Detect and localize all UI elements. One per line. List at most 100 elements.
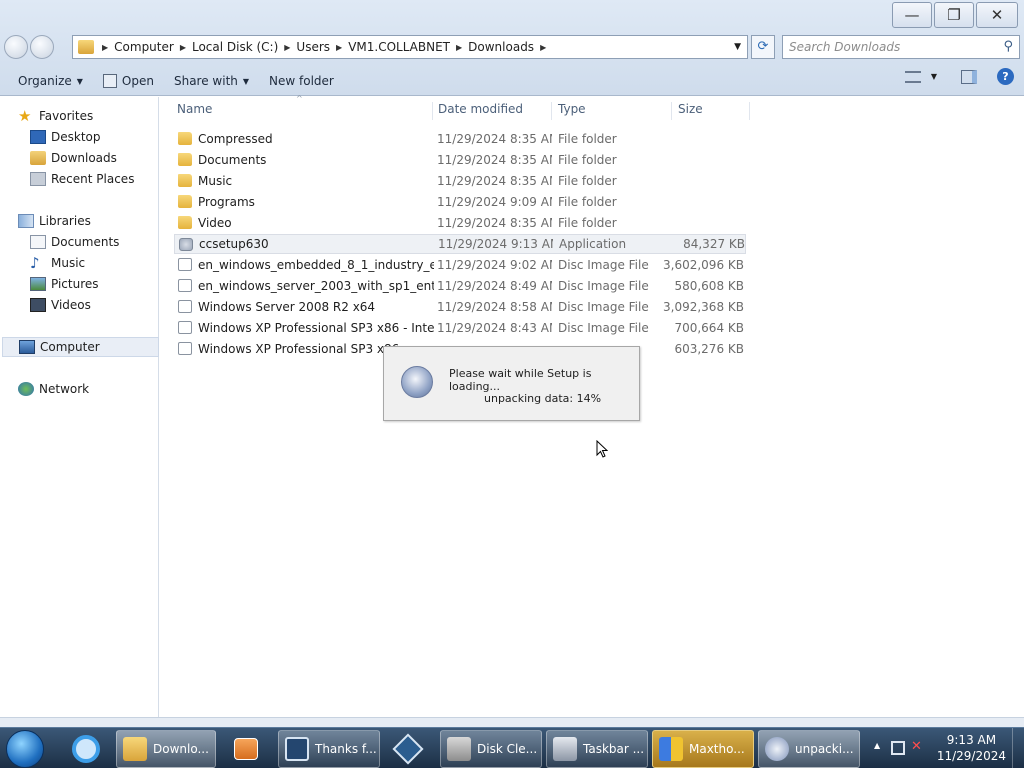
nav-network[interactable]: Network xyxy=(18,379,175,399)
nav-favorites-label: Favorites xyxy=(39,109,94,123)
taskbar-item-disk-cleanup[interactable]: Disk Cle... xyxy=(440,730,542,768)
file-name: Windows XP Professional SP3 x86 - Integr… xyxy=(198,321,434,335)
taskbar-icon xyxy=(553,737,577,761)
search-input[interactable]: Search Downloads ⚲ xyxy=(782,35,1020,59)
file-name: en_windows_server_2003_with_sp1_enter... xyxy=(198,279,434,293)
file-name: ccsetup630 xyxy=(199,237,269,251)
file-row[interactable]: Windows Server 2008 R2 x64 11/29/2024 8:… xyxy=(174,297,746,317)
open-button[interactable]: Open xyxy=(93,67,164,95)
clock-time: 9:13 AM xyxy=(946,733,997,747)
breadcrumb-local-disk[interactable]: Local Disk (C:) xyxy=(186,40,284,54)
folder-icon xyxy=(178,132,192,145)
open-icon xyxy=(102,74,117,88)
folder-icon xyxy=(178,216,192,229)
breadcrumb-downloads[interactable]: Downloads xyxy=(462,40,540,54)
nav-computer[interactable]: Computer xyxy=(2,337,159,357)
taskbar-item-downloads[interactable]: Downlo... xyxy=(116,730,216,768)
organize-button[interactable]: Organize ▼ xyxy=(8,67,93,95)
file-type: File folder xyxy=(558,195,617,209)
libraries-icon xyxy=(18,214,34,228)
nav-network-label: Network xyxy=(39,382,90,396)
file-row-selected[interactable]: ccsetup630 11/29/2024 9:13 AM Applicatio… xyxy=(174,234,746,254)
file-type: Disc Image File xyxy=(558,258,649,272)
videos-icon xyxy=(30,298,46,312)
file-name: Windows Server 2008 R2 x64 xyxy=(198,300,376,314)
file-type: Disc Image File xyxy=(558,300,649,314)
back-button[interactable] xyxy=(4,35,28,59)
column-size[interactable]: Size xyxy=(678,102,750,120)
nav-libraries[interactable]: Libraries xyxy=(18,211,175,231)
preview-pane-icon[interactable] xyxy=(961,69,977,84)
file-row[interactable]: Compressed 11/29/2024 8:35 AM File folde… xyxy=(174,129,746,149)
network-tray-icon[interactable] xyxy=(891,741,905,755)
taskbar-item-unpacking[interactable]: unpacki... xyxy=(758,730,860,768)
file-date: 11/29/2024 8:35 AM xyxy=(437,132,552,146)
file-name: en_windows_embedded_8_1_industry_en... xyxy=(198,258,434,272)
close-button[interactable]: ✕ xyxy=(976,2,1018,28)
folder-icon xyxy=(178,195,192,208)
forward-button[interactable] xyxy=(30,35,54,59)
refresh-button[interactable]: ⟳ xyxy=(751,35,775,59)
media-player-icon[interactable] xyxy=(220,730,272,768)
help-icon[interactable]: ? xyxy=(997,68,1014,85)
folder-icon xyxy=(178,153,192,166)
file-row[interactable]: Documents 11/29/2024 8:35 AM File folder xyxy=(174,150,746,170)
taskbar-item-maxthon[interactable]: Maxtho... xyxy=(652,730,754,768)
column-headers: ^ Name Date modified Type Size xyxy=(160,94,760,123)
taskbar: Downlo... Thanks f... Disk Cle... Taskba… xyxy=(0,727,1024,768)
taskbar-item-thanks[interactable]: Thanks f... xyxy=(278,730,380,768)
views-icon[interactable] xyxy=(904,70,921,83)
system-tray: ▲ ✕ 9:13 AM 11/29/2024 xyxy=(864,728,1024,768)
breadcrumb-computer[interactable]: Computer xyxy=(108,40,180,54)
column-name[interactable]: Name xyxy=(177,102,433,120)
taskbar-item-taskbar[interactable]: Taskbar ... xyxy=(546,730,648,768)
restore-button[interactable]: ❐ xyxy=(934,2,974,28)
file-row[interactable]: en_windows_embedded_8_1_industry_en... 1… xyxy=(174,255,746,275)
clock[interactable]: 9:13 AM 11/29/2024 xyxy=(937,732,1006,764)
downloads-icon xyxy=(30,151,46,165)
address-dropdown-icon[interactable]: ▼ xyxy=(734,42,741,52)
nav-favorites[interactable]: ★ Favorites xyxy=(18,106,175,126)
file-row[interactable]: en_windows_server_2003_with_sp1_enter...… xyxy=(174,276,746,296)
setup-icon xyxy=(765,737,789,761)
taskbar-item-label: unpacki... xyxy=(795,742,854,756)
volume-muted-icon[interactable]: ✕ xyxy=(911,739,922,754)
show-desktop-button[interactable] xyxy=(1012,728,1024,768)
minimize-button[interactable]: — xyxy=(892,2,932,28)
file-name: Video xyxy=(198,216,232,230)
breadcrumb-users[interactable]: Users xyxy=(290,40,336,54)
new-folder-button[interactable]: New folder xyxy=(259,67,344,95)
breadcrumb-separator[interactable]: ▶ xyxy=(540,43,546,52)
show-hidden-icons-icon[interactable]: ▲ xyxy=(874,741,880,750)
file-row[interactable]: Programs 11/29/2024 9:09 AM File folder xyxy=(174,192,746,212)
column-date-modified[interactable]: Date modified xyxy=(438,102,552,120)
column-type[interactable]: Type xyxy=(558,102,672,120)
disc-image-icon xyxy=(178,342,192,355)
file-date: 11/29/2024 8:35 AM xyxy=(437,153,552,167)
internet-explorer-icon[interactable] xyxy=(60,730,112,768)
taskbar-item-label: Maxtho... xyxy=(689,742,745,756)
disc-image-icon xyxy=(178,321,192,334)
virtualbox-icon[interactable] xyxy=(382,730,434,768)
file-size: 603,276 KB xyxy=(674,342,744,356)
command-bar: Organize ▼ Open Share with ▼ New folder … xyxy=(0,66,1024,96)
file-size: 3,092,368 KB xyxy=(663,300,744,314)
window-controls: — ❐ ✕ xyxy=(892,2,1018,28)
nav-music-label: Music xyxy=(51,256,86,270)
network-icon xyxy=(18,382,34,396)
chevron-down-icon[interactable]: ▼ xyxy=(931,72,937,81)
file-row[interactable]: Video 11/29/2024 8:35 AM File folder xyxy=(174,213,746,233)
address-bar[interactable]: ▶ Computer ▶ Local Disk (C:) ▶ Users ▶ V… xyxy=(72,35,748,59)
file-date: 11/29/2024 8:35 AM xyxy=(437,216,552,230)
star-icon: ★ xyxy=(18,107,32,125)
share-with-button[interactable]: Share with ▼ xyxy=(164,67,259,95)
start-button[interactable] xyxy=(6,730,44,768)
search-icon[interactable]: ⚲ xyxy=(1003,39,1013,54)
music-note-icon: ♪ xyxy=(30,254,40,272)
navigation-row: ▶ Computer ▶ Local Disk (C:) ▶ Users ▶ V… xyxy=(0,34,1024,60)
file-size: 3,602,096 KB xyxy=(663,258,744,272)
breadcrumb-user-folder[interactable]: VM1.COLLABNET xyxy=(342,40,456,54)
file-date: 11/29/2024 9:09 AM xyxy=(437,195,552,209)
file-row[interactable]: Windows XP Professional SP3 x86 - Integr… xyxy=(174,318,746,338)
file-row[interactable]: Music 11/29/2024 8:35 AM File folder xyxy=(174,171,746,191)
